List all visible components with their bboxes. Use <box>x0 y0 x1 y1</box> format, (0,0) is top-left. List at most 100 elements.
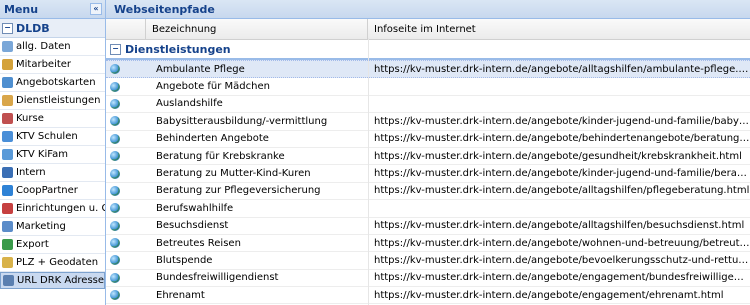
chart-icon <box>2 221 13 232</box>
row-icon-cell <box>106 98 146 109</box>
sidebar-item-label: Dienstleistungen <box>16 95 101 106</box>
column-divider <box>368 38 369 305</box>
cell-infoseite-url[interactable]: https://kv-muster.drk-intern.de/angebote… <box>368 168 750 179</box>
table-row[interactable]: Blutspende https://kv-muster.drk-intern.d… <box>106 252 750 270</box>
cell-bezeichnung: Beratung zur Pflegeversicherung <box>156 185 321 197</box>
cell-bezeichnung: Ehrenamt <box>156 289 205 301</box>
row-icon-cell <box>106 151 146 162</box>
grid-group-row[interactable]: − Dienstleistungen <box>106 40 750 60</box>
globe-icon <box>110 185 120 196</box>
cell-infoseite-url[interactable]: https://kv-muster.drk-intern.de/angebote… <box>368 238 750 249</box>
cell-infoseite-url[interactable]: https://kv-muster.drk-intern.de/angebote… <box>368 133 750 144</box>
sidebar-group-dldb[interactable]: − DLDB <box>0 19 105 38</box>
table-row[interactable]: Betreutes Reisen https://kv-muster.drk-in… <box>106 235 750 253</box>
cell-bezeichnung: Angebote für Mädchen <box>156 81 270 93</box>
sidebar-item-einrichtungen-u-g[interactable]: Einrichtungen u. G. <box>0 200 105 218</box>
cell-infoseite-url[interactable]: https://kv-muster.drk-intern.de/angebote… <box>368 255 750 266</box>
cell-infoseite-url[interactable]: https://kv-muster.drk-intern.de/angebote… <box>368 64 750 75</box>
table-row[interactable]: Beratung für Krebskranke https://kv-muste… <box>106 148 750 166</box>
row-icon-cell <box>106 203 146 214</box>
sidebar-item-url-drk-adressen[interactable]: URL DRK Adressen <box>0 272 105 289</box>
document-icon <box>2 41 13 52</box>
sidebar-item-label: CoopPartner <box>16 185 78 196</box>
sidebar-item-allg-daten[interactable]: allg. Daten <box>0 38 105 56</box>
group-toggle-icon[interactable]: − <box>110 43 121 55</box>
row-icon-cell <box>106 168 146 179</box>
row-icon-cell <box>106 290 146 301</box>
collapse-toggle-icon[interactable]: − <box>2 22 13 34</box>
sidebar-item-label: Marketing <box>16 221 66 232</box>
column-header-infoseite[interactable]: Infoseite im Internet <box>368 19 750 39</box>
url-icon <box>3 275 14 286</box>
cell-infoseite-url[interactable]: https://kv-muster.drk-intern.de/angebote… <box>368 290 750 301</box>
sidebar-item-label: allg. Daten <box>16 41 71 52</box>
row-icon-cell <box>106 185 146 196</box>
cell-infoseite-url[interactable]: https://kv-muster.drk-intern.de/angebote… <box>368 151 750 162</box>
sidebar-item-mitarbeiter[interactable]: Mitarbeiter <box>0 56 105 74</box>
people-icon <box>2 59 13 70</box>
cell-infoseite-url[interactable]: https://kv-muster.drk-intern.de/angebote… <box>368 220 750 231</box>
building-icon <box>2 203 13 214</box>
sidebar-item-export[interactable]: Export <box>0 236 105 254</box>
sidebar-item-label: Einrichtungen u. G. <box>16 203 105 214</box>
panel-title: Webseitenpfade <box>106 0 750 19</box>
table-row[interactable]: Ehrenamt https://kv-muster.drk-intern.de/… <box>106 287 750 305</box>
cell-bezeichnung: Behinderten Angebote <box>156 133 269 145</box>
sidebar-item-intern[interactable]: Intern <box>0 164 105 182</box>
cell-infoseite-url[interactable]: https://kv-muster.drk-intern.de/angebote… <box>368 272 750 283</box>
family-icon <box>2 149 13 160</box>
sidebar-item-label: Mitarbeiter <box>16 59 72 70</box>
cell-bezeichnung: Blutspende <box>156 254 213 266</box>
cell-bezeichnung: Auslandshilfe <box>156 98 223 110</box>
globe-icon <box>110 133 120 144</box>
cell-bezeichnung: Betreutes Reisen <box>156 237 241 249</box>
cell-bezeichnung: Ambulante Pflege <box>156 63 245 75</box>
table-row[interactable]: Beratung zur Pflegeversicherung https://k… <box>106 183 750 201</box>
globe-icon <box>110 290 120 301</box>
row-icon-cell <box>106 220 146 231</box>
row-icon-cell <box>106 255 146 266</box>
table-row[interactable]: Beratung zu Mutter-Kind-Kuren https://kv-… <box>106 165 750 183</box>
table-row[interactable]: Behinderten Angebote https://kv-muster.dr… <box>106 131 750 148</box>
globe-icon <box>110 116 120 127</box>
row-icon-cell <box>106 238 146 249</box>
course-icon <box>2 113 13 124</box>
cell-bezeichnung: Beratung zu Mutter-Kind-Kuren <box>156 168 311 180</box>
table-row[interactable]: Bundesfreiwilligendienst https://kv-muste… <box>106 270 750 288</box>
cell-bezeichnung: Babysitterausbildung/-vermittlung <box>156 115 328 127</box>
table-row[interactable]: Angebote für Mädchen <box>106 78 750 96</box>
postcode-icon <box>2 257 13 268</box>
sidebar-item-cooppartner[interactable]: CoopPartner <box>0 182 105 200</box>
sidebar-item-label: Kurse <box>16 113 44 124</box>
sidebar-item-dienstleistungen[interactable]: Dienstleistungen <box>0 92 105 110</box>
sidebar-item-ktv-kifam[interactable]: KTV KiFam <box>0 146 105 164</box>
collapse-sidebar-button[interactable]: « <box>90 3 102 15</box>
cell-infoseite-url[interactable]: https://kv-muster.drk-intern.de/angebote… <box>368 185 750 196</box>
globe-icon <box>110 238 120 249</box>
sidebar-item-angebotskarten[interactable]: Angebotskarten <box>0 74 105 92</box>
sidebar-item-marketing[interactable]: Marketing <box>0 218 105 236</box>
cell-infoseite-url[interactable]: https://kv-muster.drk-intern.de/angebote… <box>368 116 750 127</box>
column-header-bezeichnung[interactable]: Bezeichnung <box>146 19 368 39</box>
sidebar-item-label: Angebotskarten <box>16 77 96 88</box>
globe-icon <box>110 168 120 179</box>
table-row[interactable]: Auslandshilfe <box>106 96 750 114</box>
sidebar-item-plz-geodaten[interactable]: PLZ + Geodaten <box>0 254 105 272</box>
table-row[interactable]: Besuchsdienst https://kv-muster.drk-inter… <box>106 218 750 235</box>
sidebar-item-ktv-schulen[interactable]: KTV Schulen <box>0 128 105 146</box>
cell-bezeichnung: Berufswahlhilfe <box>156 202 234 214</box>
table-row[interactable]: Babysitterausbildung/-vermittlung https:/… <box>106 113 750 131</box>
globe-icon <box>110 272 120 283</box>
sidebar-item-kurse[interactable]: Kurse <box>0 110 105 128</box>
globe-icon <box>110 220 120 231</box>
globe-icon <box>110 255 120 266</box>
service-icon <box>2 95 13 106</box>
table-row[interactable]: Berufswahlhilfe <box>106 200 750 218</box>
table-row[interactable]: Ambulante Pflege https://kv-muster.drk-in… <box>106 60 750 79</box>
globe-icon <box>110 98 120 109</box>
globe-icon <box>110 203 120 214</box>
intern-icon <box>2 167 13 178</box>
sidebar-title: Menu <box>4 2 39 16</box>
sidebar-menu: Menu « − DLDB allg. Daten Mitarbeiter Ange… <box>0 0 106 305</box>
card-icon <box>2 77 13 88</box>
